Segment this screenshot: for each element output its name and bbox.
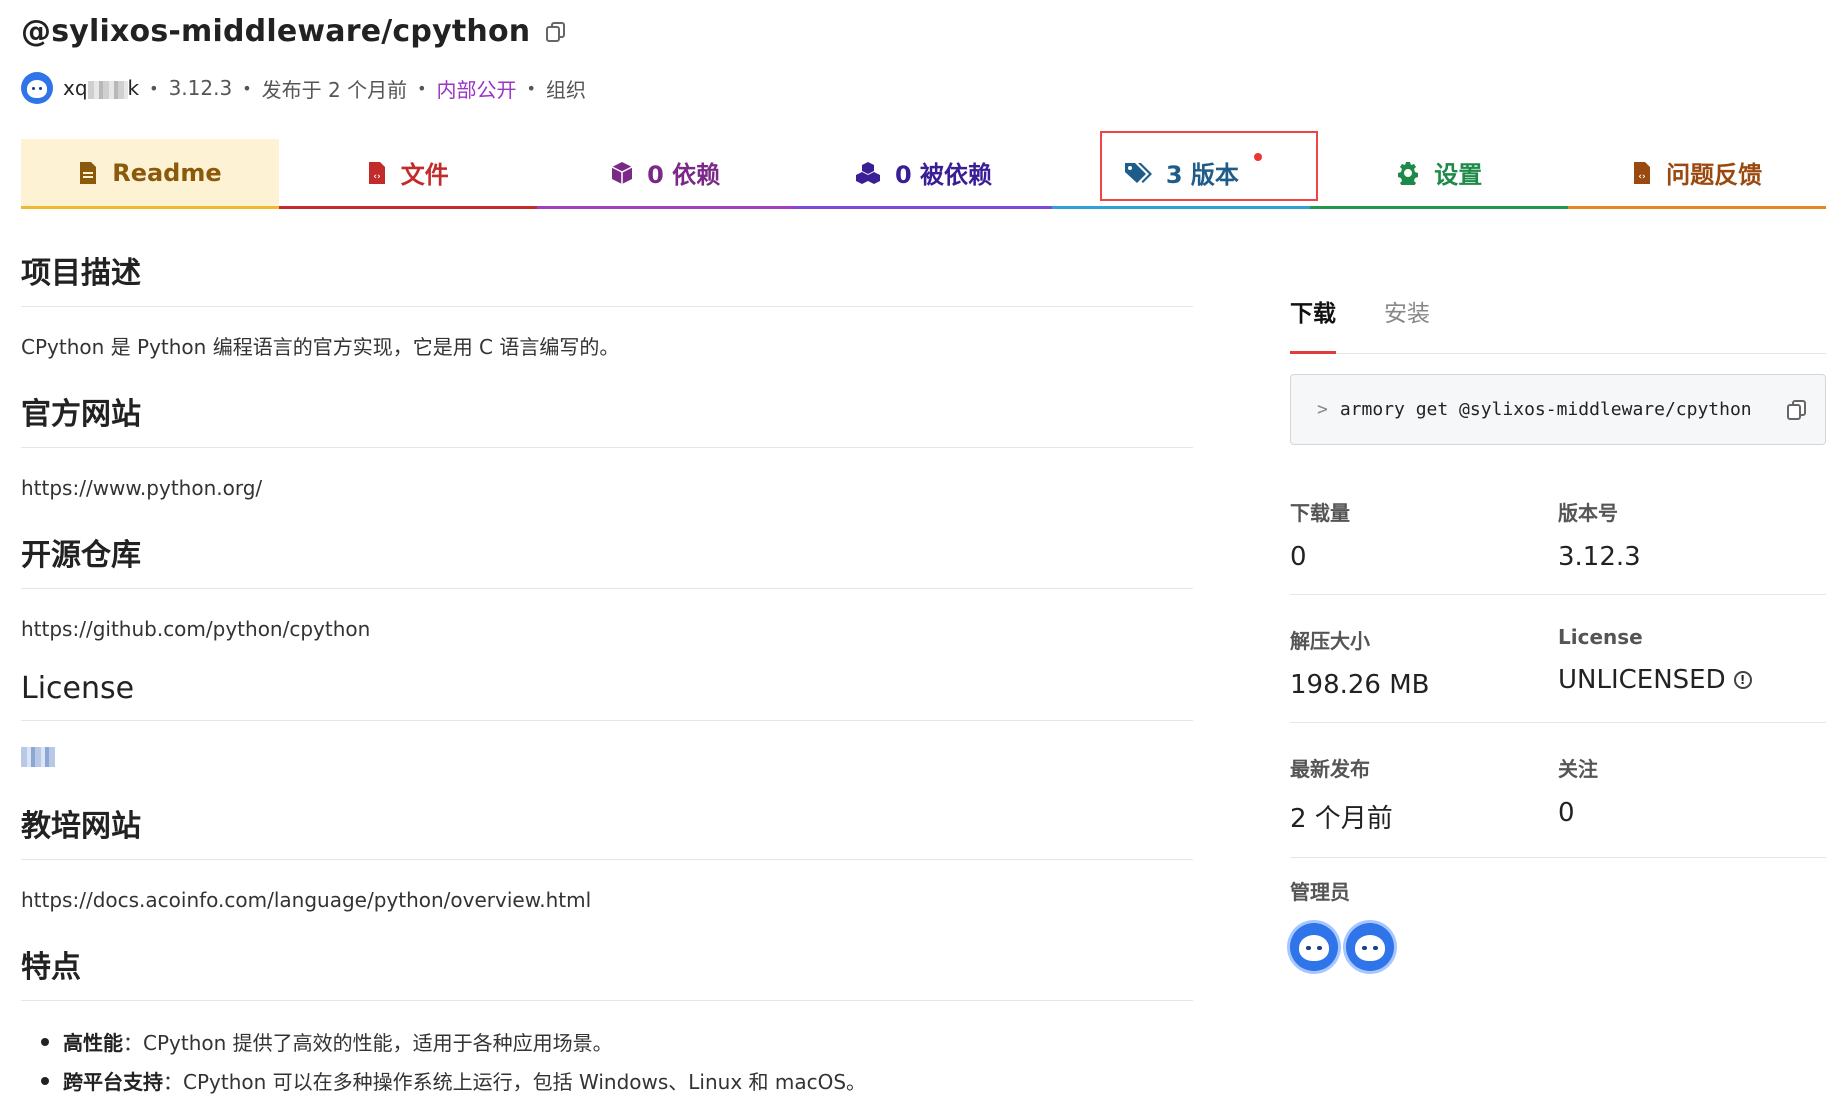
tab-download[interactable]: 下载	[1290, 290, 1336, 354]
package-stats: 下载量 0 版本号 3.12.3 解压大小 198.26 MB License …	[1290, 485, 1826, 971]
copy-icon[interactable]	[1785, 399, 1807, 421]
code-file-icon: ‹›	[368, 161, 385, 184]
section-title-training: 教培网站	[21, 801, 1193, 860]
followers-label: 关注	[1558, 757, 1598, 781]
gear-icon	[1398, 161, 1419, 185]
svg-text:‹›: ‹›	[1638, 172, 1646, 182]
tab-files[interactable]: ‹› 文件	[278, 139, 537, 209]
tab-readme[interactable]: Readme	[21, 139, 279, 209]
highlight-box	[1100, 131, 1319, 201]
admins-label: 管理员	[1290, 880, 1350, 904]
code-file-icon: ‹›	[1634, 161, 1651, 184]
admins-section: 管理员	[1290, 876, 1826, 971]
package-meta: xq k • 3.12.3 • 发布于 2 个月前 • 内部公开 • 组织	[21, 72, 586, 104]
info-icon[interactable]: !	[1733, 671, 1752, 689]
list-item: 跨平台支持 ：CPython 可以在多种操作系统上运行，包括 Windows、Li…	[21, 1066, 1193, 1095]
scope-label: 组织	[545, 77, 586, 102]
publish-time: 发布于 2 个月前	[261, 77, 408, 102]
followers-value: 0	[1558, 798, 1575, 828]
website-link[interactable]: https://www.python.org/	[21, 476, 262, 500]
package-sidebar: 下载 安装 > armory get @sylixos-middleware/c…	[1290, 290, 1826, 971]
install-command: armory get @sylixos-middleware/cpython	[1339, 399, 1752, 420]
tab-issues[interactable]: ‹› 问题反馈	[1568, 139, 1827, 209]
admin-avatar[interactable]	[1346, 923, 1394, 971]
section-title-features: 特点	[21, 942, 1193, 1001]
install-tabs: 下载 安装	[1290, 290, 1826, 354]
readme-content: 项目描述 CPython 是 Python 编程语言的官方实现，它是用 C 语言…	[21, 248, 1193, 1100]
cubes-icon	[855, 161, 880, 184]
section-title-description: 项目描述	[21, 248, 1193, 307]
package-version: 3.12.3	[168, 76, 233, 100]
publisher-name[interactable]: xq k	[63, 76, 139, 100]
latest-release-label: 最新发布	[1290, 757, 1370, 781]
admin-avatar[interactable]	[1290, 923, 1338, 971]
tab-dependents[interactable]: 0 被依赖	[794, 139, 1053, 209]
version-label: 版本号	[1558, 501, 1618, 525]
prompt-chevron-icon: >	[1317, 399, 1328, 420]
description-text: CPython 是 Python 编程语言的官方实现，它是用 C 语言编写的。	[21, 335, 620, 359]
tab-install[interactable]: 安装	[1384, 290, 1430, 353]
license-badge-image	[21, 747, 55, 767]
section-title-website: 官方网站	[21, 389, 1193, 448]
tab-dependencies[interactable]: 0 依赖	[536, 139, 795, 209]
install-command-box[interactable]: > armory get @sylixos-middleware/cpython	[1290, 374, 1826, 445]
user-avatar[interactable]	[21, 72, 53, 104]
package-tabs: Readme ‹› 文件 0 依赖 0 被依赖 3 版本 设置 ‹› 问题反馈	[21, 131, 1827, 209]
license-label: License	[1558, 625, 1643, 649]
svg-text:‹›: ‹›	[373, 172, 381, 182]
license-value: UNLICENSED !	[1558, 665, 1826, 695]
downloads-value: 0	[1290, 542, 1307, 572]
package-name: @sylixos-middleware/cpython	[21, 14, 531, 49]
version-value: 3.12.3	[1558, 542, 1641, 572]
size-value: 198.26 MB	[1290, 670, 1430, 700]
access-level-link[interactable]: 内部公开	[437, 74, 517, 103]
section-title-repo: 开源仓库	[21, 530, 1193, 589]
cube-icon	[611, 161, 633, 184]
downloads-label: 下载量	[1290, 501, 1350, 525]
repo-link[interactable]: https://github.com/python/cpython	[21, 617, 370, 641]
list-item: 高性能 ：CPython 提供了高效的性能，适用于各种应用场景。	[21, 1027, 1193, 1056]
features-list: 高性能 ：CPython 提供了高效的性能，适用于各种应用场景。 跨平台支持 ：CP…	[21, 1027, 1193, 1095]
tab-settings[interactable]: 设置	[1310, 139, 1569, 209]
document-icon	[80, 161, 97, 184]
training-link[interactable]: https://docs.acoinfo.com/language/python…	[21, 888, 591, 912]
tab-versions[interactable]: 3 版本	[1052, 131, 1319, 209]
size-label: 解压大小	[1290, 629, 1370, 653]
section-title-license: License	[21, 671, 1193, 721]
copy-icon[interactable]	[544, 21, 566, 43]
redacted-text	[87, 80, 128, 99]
latest-release-value: 2 个月前	[1290, 804, 1393, 834]
package-header: @sylixos-middleware/cpython	[21, 14, 566, 49]
